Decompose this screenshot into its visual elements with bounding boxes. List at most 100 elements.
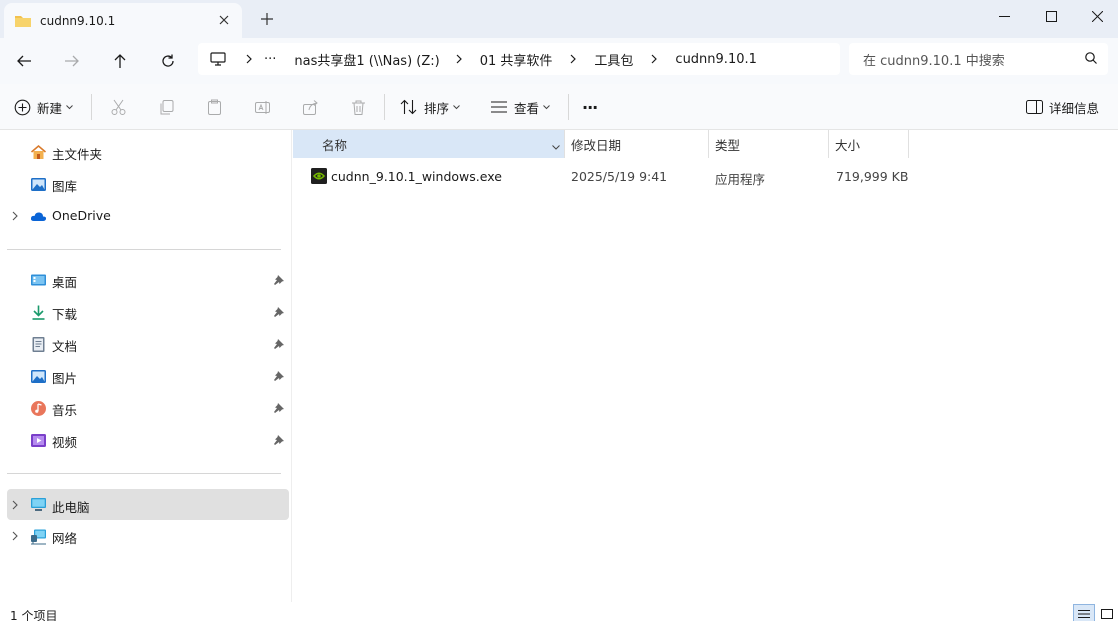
toolbar-divider: [91, 94, 92, 120]
column-divider[interactable]: [908, 130, 909, 158]
sort-button[interactable]: 排序: [400, 94, 460, 120]
computer-icon[interactable]: [210, 52, 226, 66]
plus-circle-icon: [14, 99, 31, 115]
up-icon[interactable]: [106, 47, 134, 75]
chevron-right-icon[interactable]: [9, 530, 21, 542]
refresh-icon[interactable]: [154, 47, 182, 75]
chevron-down-icon: [66, 104, 73, 109]
cloud-icon: [30, 212, 47, 221]
new-tab-icon[interactable]: [257, 9, 277, 29]
chevron-right-icon[interactable]: [643, 51, 665, 67]
details-view-icon[interactable]: [1073, 604, 1095, 621]
sidebar-item-pictures[interactable]: 图片: [7, 362, 289, 390]
chevron-right-icon[interactable]: [9, 499, 21, 511]
gallery-icon: [31, 178, 46, 191]
view-label: 查看: [514, 100, 540, 116]
status-bar: 1 个项目: [0, 602, 1118, 621]
file-list: 名称 修改日期 类型 大小 cudnn_9.10.1_windows.exe 2…: [293, 130, 1118, 602]
sidebar-item-network[interactable]: 网络: [7, 522, 289, 550]
pin-icon[interactable]: [273, 434, 285, 446]
navigation-pane: 主文件夹 图库 OneDrive 桌面 下载 文档 图片 音乐 视频 此电脑 网…: [0, 130, 292, 602]
sidebar-divider: [7, 473, 281, 474]
maximize-icon[interactable]: [1028, 0, 1074, 32]
new-button[interactable]: 新建: [14, 94, 73, 120]
download-icon: [32, 305, 45, 320]
view-icon: [491, 101, 507, 113]
sort-icon: [400, 99, 417, 115]
file-type: 应用程序: [715, 172, 766, 187]
chevron-down-icon[interactable]: [552, 140, 560, 154]
column-header-type[interactable]: 类型: [709, 130, 828, 158]
sidebar-item-downloads[interactable]: 下载: [7, 298, 289, 326]
column-header-size[interactable]: 大小: [829, 130, 908, 158]
pin-icon[interactable]: [273, 338, 285, 350]
sidebar-item-onedrive[interactable]: OneDrive: [7, 202, 289, 230]
forward-icon[interactable]: [58, 47, 86, 75]
minimize-icon[interactable]: [981, 0, 1027, 32]
sidebar-item-home[interactable]: 主文件夹: [7, 138, 289, 166]
breadcrumb-toolkit[interactable]: 工具包: [594, 50, 633, 69]
pin-icon[interactable]: [273, 274, 285, 286]
sidebar-item-gallery[interactable]: 图库: [7, 170, 289, 198]
more-options-button[interactable]: ···: [582, 94, 598, 120]
copy-icon[interactable]: [158, 94, 175, 120]
search-input[interactable]: 在 cudnn9.10.1 中搜索: [849, 43, 1108, 75]
column-header-name[interactable]: 名称: [293, 130, 564, 158]
pin-icon[interactable]: [273, 370, 285, 382]
network-icon: [31, 529, 46, 545]
share-icon[interactable]: [302, 94, 319, 120]
breadcrumb-nas[interactable]: nas共享盘1 (\\Nas) (Z:): [294, 50, 439, 69]
toolbar-divider: [384, 94, 385, 120]
close-icon[interactable]: [1074, 0, 1118, 32]
chevron-right-icon[interactable]: [238, 51, 260, 67]
chevron-right-icon[interactable]: [448, 51, 470, 67]
back-icon[interactable]: [10, 47, 38, 75]
sidebar-item-desktop[interactable]: 桌面: [7, 266, 289, 294]
chevron-down-icon: [453, 104, 460, 109]
title-bar: cudnn9.10.1: [0, 0, 1118, 38]
address-bar[interactable]: ··· nas共享盘1 (\\Nas) (Z:) 01 共享软件 工具包 cud…: [198, 43, 840, 75]
file-name[interactable]: cudnn_9.10.1_windows.exe: [331, 169, 502, 184]
home-icon: [30, 144, 47, 159]
toolbar-divider: [568, 94, 569, 120]
file-size: 719,999 KB: [836, 169, 909, 184]
address-row: ··· nas共享盘1 (\\Nas) (Z:) 01 共享软件 工具包 cud…: [0, 38, 1118, 84]
pin-icon[interactable]: [273, 402, 285, 414]
nvidia-exe-icon: [311, 168, 327, 184]
sidebar-item-documents[interactable]: 文档: [7, 330, 289, 358]
tiles-view-icon[interactable]: [1096, 604, 1118, 621]
command-bar: 新建 排序 查看 ··· 详细信息: [0, 84, 1118, 130]
video-icon: [31, 434, 46, 447]
document-icon: [32, 337, 45, 352]
breadcrumb-current[interactable]: cudnn9.10.1: [675, 52, 756, 67]
new-label: 新建: [37, 100, 63, 116]
breadcrumb-shared-software[interactable]: 01 共享软件: [480, 50, 553, 69]
column-header-modified[interactable]: 修改日期: [565, 130, 708, 158]
tab-title: cudnn9.10.1: [40, 13, 116, 28]
sidebar-item-videos[interactable]: 视频: [7, 426, 289, 454]
chevron-right-icon[interactable]: [562, 51, 584, 67]
details-pane-icon: [1026, 100, 1043, 114]
sidebar-item-this-pc[interactable]: 此电脑: [7, 489, 289, 520]
details-button[interactable]: 详细信息: [1026, 94, 1099, 120]
pin-icon[interactable]: [273, 306, 285, 318]
search-icon[interactable]: [1084, 51, 1098, 68]
rename-icon[interactable]: [254, 94, 271, 120]
cut-icon[interactable]: [110, 94, 127, 120]
delete-icon[interactable]: [350, 94, 367, 120]
search-placeholder: 在 cudnn9.10.1 中搜索: [863, 53, 1005, 69]
tab-cudnn[interactable]: cudnn9.10.1: [4, 3, 242, 38]
sidebar-divider: [7, 249, 281, 250]
pictures-icon: [31, 370, 46, 383]
details-label: 详细信息: [1049, 100, 1100, 116]
table-row[interactable]: cudnn_9.10.1_windows.exe 2025/5/19 9:41 …: [293, 162, 913, 190]
chevron-down-icon: [543, 104, 550, 109]
view-button[interactable]: 查看: [490, 94, 550, 120]
paste-icon[interactable]: [206, 94, 223, 120]
file-modified: 2025/5/19 9:41: [571, 169, 668, 184]
chevron-right-icon[interactable]: [9, 210, 21, 222]
tab-close-icon[interactable]: [214, 10, 234, 30]
sidebar-item-music[interactable]: 音乐: [7, 394, 289, 422]
sort-label: 排序: [424, 100, 450, 116]
breadcrumb-overflow[interactable]: ···: [264, 52, 276, 67]
